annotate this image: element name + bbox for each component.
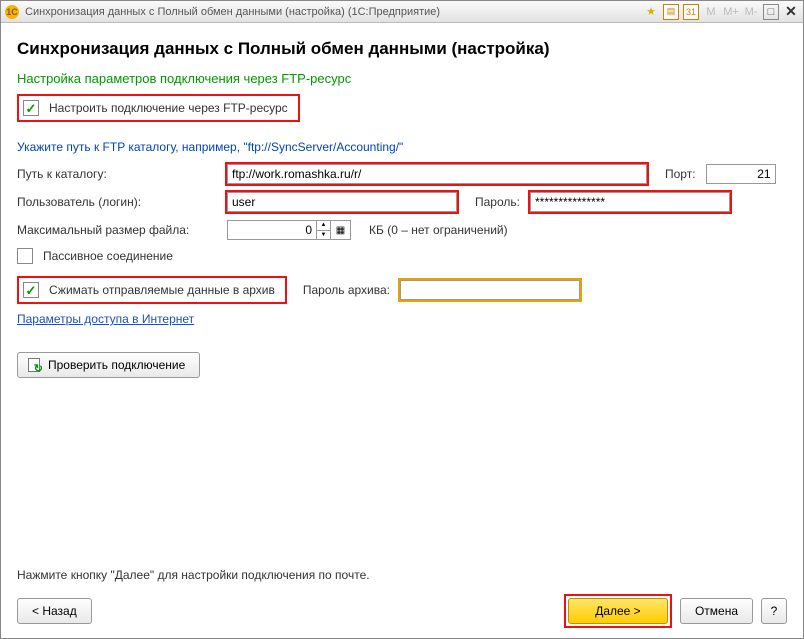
password-input[interactable] [530, 192, 730, 212]
archive-password-label: Пароль архива: [303, 283, 390, 297]
content: Синхронизация данных с Полный обмен данн… [1, 23, 803, 638]
memory-mplus-button[interactable]: M+ [723, 4, 739, 20]
ftp-checkbox-row: Настроить подключение через FTP-ресурс [17, 94, 787, 122]
memory-m-button[interactable]: M [703, 4, 719, 20]
user-row: Пользователь (логин): Пароль: [17, 192, 787, 212]
passive-row: Пассивное соединение [17, 248, 787, 264]
maxsize-label: Максимальный размер файла: [17, 223, 217, 237]
maxsize-row: Максимальный размер файла: ▲▼ ▦ КБ (0 – … [17, 220, 787, 240]
compress-row: Сжимать отправляемые данные в архив Паро… [17, 276, 787, 304]
path-row: Путь к каталогу: Порт: [17, 164, 787, 184]
maxsize-suffix: КБ (0 – нет ограничений) [369, 223, 508, 237]
user-label: Пользователь (логин): [17, 195, 217, 209]
titlebar-actions: ★ ▤ 31 M M+ M- □ ✕ [643, 4, 799, 20]
compress-checkbox[interactable] [23, 282, 39, 298]
passive-checkbox[interactable] [17, 248, 33, 264]
path-hint: Укажите путь к FTP каталогу, например, "… [17, 140, 787, 154]
maxsize-spinner[interactable]: ▲▼ [317, 220, 331, 240]
calendar-icon[interactable]: 31 [683, 4, 699, 20]
maxsize-calc-button[interactable]: ▦ [331, 220, 351, 240]
port-label: Порт: [665, 167, 696, 181]
inet-link-row: Параметры доступа в Интернет [17, 312, 787, 326]
internet-params-link[interactable]: Параметры доступа в Интернет [17, 312, 194, 326]
help-button[interactable]: ? [761, 598, 787, 624]
footer-buttons: < Назад Далее > Отмена ? [17, 594, 787, 628]
test-connection-label: Проверить подключение [48, 358, 185, 372]
page-title: Синхронизация данных с Полный обмен данн… [17, 39, 787, 59]
back-button[interactable]: < Назад [17, 598, 92, 624]
refresh-icon [26, 357, 42, 373]
footer-hint: Нажмите кнопку "Далее" для настройки под… [17, 568, 787, 582]
close-button[interactable]: ✕ [783, 4, 799, 20]
path-input[interactable] [227, 164, 647, 184]
app-icon: 1C [5, 5, 19, 19]
next-button[interactable]: Далее > [568, 598, 668, 624]
passive-label: Пассивное соединение [43, 249, 173, 263]
notes-icon[interactable]: ▤ [663, 4, 679, 20]
ftp-enable-label: Настроить подключение через FTP-ресурс [49, 101, 288, 115]
user-input[interactable] [227, 192, 457, 212]
password-label: Пароль: [475, 195, 520, 209]
maxsize-input[interactable] [227, 220, 317, 240]
port-input[interactable] [706, 164, 776, 184]
footer: Нажмите кнопку "Далее" для настройки под… [17, 564, 787, 628]
maximize-button[interactable]: □ [763, 4, 779, 20]
titlebar: 1C Синхронизация данных с Полный обмен д… [1, 1, 803, 23]
test-connection-button[interactable]: Проверить подключение [17, 352, 200, 378]
cancel-button[interactable]: Отмена [680, 598, 753, 624]
favorite-icon[interactable]: ★ [643, 4, 659, 20]
section-title: Настройка параметров подключения через F… [17, 71, 787, 86]
compress-label: Сжимать отправляемые данные в архив [49, 283, 275, 297]
ftp-enable-checkbox[interactable] [23, 100, 39, 116]
window-title: Синхронизация данных с Полный обмен данн… [25, 6, 643, 18]
archive-password-input[interactable] [400, 280, 580, 300]
test-row: Проверить подключение [17, 352, 787, 378]
window: 1C Синхронизация данных с Полный обмен д… [0, 0, 804, 639]
memory-mminus-button[interactable]: M- [743, 4, 759, 20]
path-label: Путь к каталогу: [17, 167, 217, 181]
